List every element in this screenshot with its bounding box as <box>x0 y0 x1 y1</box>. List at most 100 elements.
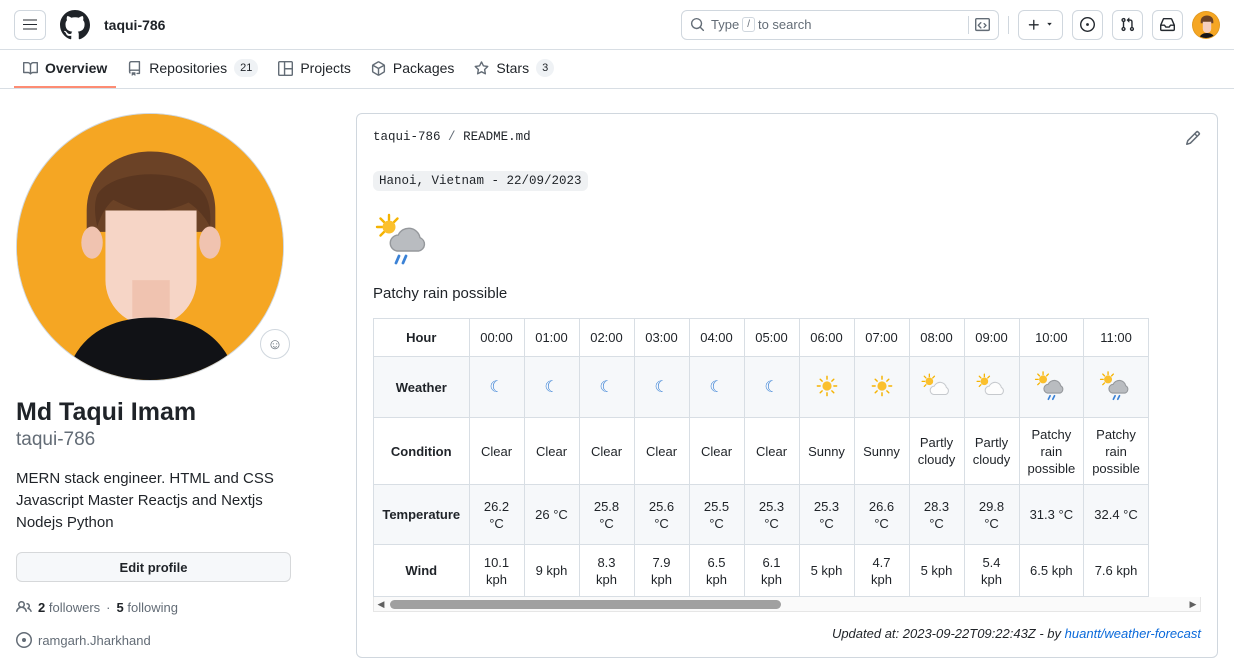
pencil-icon[interactable] <box>1185 130 1201 151</box>
book-icon <box>23 61 38 75</box>
tab-stars-label: Stars <box>496 60 530 76</box>
sun-cloud-rain-icon <box>1035 370 1064 400</box>
hamburger-icon[interactable] <box>14 9 46 40</box>
sun-icon <box>871 375 892 396</box>
updated-text: Updated at: 2023-09-22T09:22:43Z - by <box>831 626 1062 641</box>
cell-temperature: 25.8 °C <box>579 484 635 545</box>
inbox-icon[interactable] <box>1152 9 1183 40</box>
search-icon <box>690 17 705 32</box>
set-status-button[interactable]: ☺ <box>260 329 290 359</box>
cell-wind: 5 kph <box>909 544 965 597</box>
cell-condition: Clear <box>634 417 690 485</box>
status-emoji-icon: ☺ <box>267 335 283 353</box>
create-new-button[interactable] <box>1018 9 1063 40</box>
cell-hour: 07:00 <box>854 318 910 357</box>
scrollbar-thumb[interactable] <box>390 599 782 609</box>
cell-hour: 01:00 <box>524 318 580 357</box>
cell-hour: 02:00 <box>579 318 635 357</box>
scroll-right-arrow[interactable]: ▶ <box>1186 599 1200 610</box>
following-label: following <box>127 599 178 615</box>
cell-temperature: 25.6 °C <box>634 484 690 545</box>
tab-projects[interactable]: Projects <box>269 50 360 88</box>
cell-condition: Partly cloudy <box>909 417 965 485</box>
profile-username: taqui-786 <box>16 429 96 451</box>
followers-link[interactable]: 2 followers <box>38 600 100 615</box>
cell-weather-icon <box>909 356 965 418</box>
tab-stars[interactable]: Stars 3 <box>465 50 563 88</box>
cell-temperature: 31.3 °C <box>1019 484 1085 545</box>
cell-hour: 00:00 <box>469 318 525 357</box>
tab-repositories-label: Repositories <box>149 60 228 76</box>
github-logo-icon[interactable] <box>60 9 90 40</box>
table-row-temperature: Temperature 26.2 °C 26 °C 25.8 °C 25.6 °C 25… <box>374 484 1149 545</box>
search-placeholder-pre: Type <box>711 17 740 32</box>
row-label-hour: Hour <box>374 318 470 357</box>
breadcrumb-owner[interactable]: taqui-786 <box>373 130 441 144</box>
cell-weather-icon <box>799 356 855 418</box>
cell-hour: 05:00 <box>744 318 800 357</box>
profile-page: ☺ Md Taqui Imam taqui-786 MERN stack eng… <box>0 89 1234 658</box>
cell-hour: 08:00 <box>909 318 965 357</box>
repo-icon <box>129 60 141 76</box>
cell-temperature: 26.2 °C <box>469 484 525 545</box>
followers-count: 2 <box>38 599 46 615</box>
search-slash-key: / <box>742 17 755 32</box>
plus-icon <box>1028 19 1039 30</box>
cell-weather-icon: ☾ <box>744 356 800 418</box>
terminal-icon <box>975 17 990 32</box>
sun-cloud-rain-icon <box>1099 370 1129 400</box>
cell-weather-icon <box>1019 356 1085 418</box>
header-divider <box>1008 15 1009 34</box>
location-text: ramgarh.Jharkhand <box>38 632 151 648</box>
followers-row: 2 followers · 5 following <box>16 599 340 615</box>
header-owner-name[interactable]: taqui-786 <box>104 17 165 33</box>
cell-weather-icon <box>964 356 1020 418</box>
row-label-condition: Condition <box>374 417 470 485</box>
scrollbar-track[interactable] <box>388 597 1186 612</box>
cell-hour: 11:00 <box>1083 318 1149 357</box>
cell-condition: Clear <box>469 417 525 485</box>
moon-icon: ☾ <box>709 379 724 396</box>
avatar[interactable] <box>1192 10 1220 39</box>
following-link[interactable]: 5 following <box>117 600 178 615</box>
cell-hour: 10:00 <box>1019 318 1085 357</box>
location-date-tag: Hanoi, Vietnam - 22/09/2023 <box>373 171 588 191</box>
sun-cloud-rain-icon <box>373 213 437 269</box>
cell-wind: 5 kph <box>799 544 855 597</box>
tab-packages-label: Packages <box>392 60 455 76</box>
cell-wind: 7.6 kph <box>1083 544 1149 597</box>
issues-icon[interactable] <box>1072 9 1103 40</box>
cell-temperature: 26 °C <box>524 484 580 545</box>
pull-requests-icon[interactable] <box>1112 9 1143 40</box>
horizontal-scrollbar[interactable]: ◀ ▶ <box>373 597 1201 612</box>
scroll-left-arrow[interactable]: ◀ <box>374 599 388 610</box>
cell-wind: 6.1 kph <box>744 544 800 597</box>
cell-weather-icon: ☾ <box>524 356 580 418</box>
tab-repositories[interactable]: Repositories 21 <box>118 50 267 88</box>
star-icon <box>474 60 489 75</box>
cell-condition: Patchy rain possible <box>1083 417 1149 485</box>
row-label-temperature: Temperature <box>374 484 470 545</box>
source-link[interactable]: huantt/weather-forecast <box>1065 626 1201 641</box>
readme-panel: taqui-786 / README.md Hanoi, Vietnam - 2… <box>356 113 1218 658</box>
cell-temperature: 28.3 °C <box>909 484 965 545</box>
location-icon <box>16 632 32 649</box>
breadcrumb-file[interactable]: README.md <box>463 130 531 144</box>
profile-sidebar: ☺ Md Taqui Imam taqui-786 MERN stack eng… <box>0 113 356 658</box>
search-input[interactable]: Type / to search <box>681 9 999 40</box>
moon-icon: ☾ <box>599 379 614 396</box>
tab-packages[interactable]: Packages <box>362 50 463 88</box>
location-row: ramgarh.Jharkhand <box>16 632 340 649</box>
following-count: 5 <box>116 599 124 615</box>
sun-cloud-icon <box>920 372 949 395</box>
cell-weather-icon: ☾ <box>579 356 635 418</box>
tab-overview[interactable]: Overview <box>14 50 117 88</box>
search-divider <box>968 15 969 34</box>
table-row-condition: Condition Clear Clear Clear Clear Clear Clear… <box>374 417 1149 485</box>
edit-profile-button[interactable]: Edit profile <box>16 552 291 583</box>
cell-wind: 6.5 kph <box>1019 544 1085 597</box>
profile-main: taqui-786 / README.md Hanoi, Vietnam - 2… <box>356 113 1234 658</box>
cell-wind: 4.7 kph <box>854 544 910 597</box>
profile-avatar[interactable] <box>16 113 284 381</box>
cell-condition: Sunny <box>799 417 855 485</box>
